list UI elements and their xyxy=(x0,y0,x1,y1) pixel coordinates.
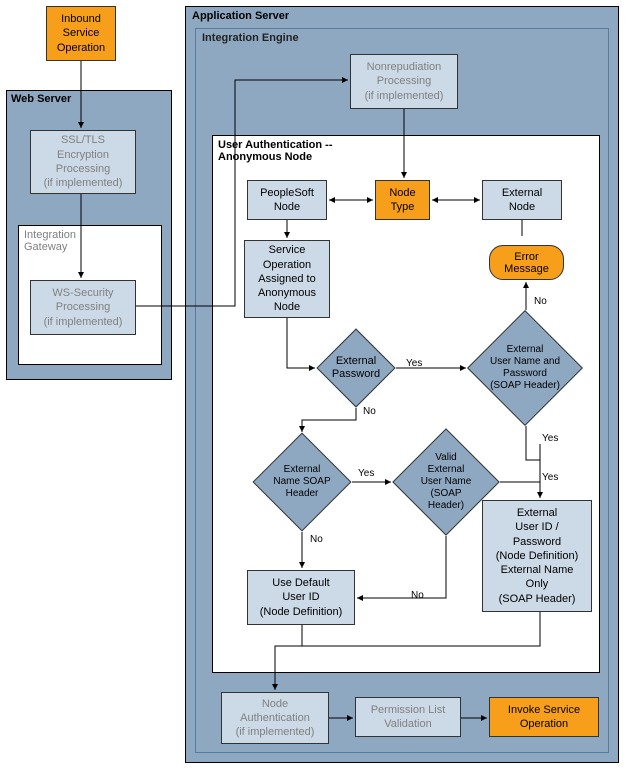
peoplesoft-node-box: PeopleSoft Node xyxy=(247,180,327,220)
web-server-title: Web Server xyxy=(11,93,71,105)
nonrep-box: Nonrepudiation Processing (if implemente… xyxy=(350,54,458,109)
permlist-box: Permission List Validation xyxy=(355,697,461,737)
extidpwd-box: External User ID / Password (Node Defini… xyxy=(482,500,592,612)
errmsg-label: Error Message xyxy=(504,251,549,275)
nodeauth-label: Node Authentication (if implemented) xyxy=(236,697,315,740)
svcop-label: Service Operation Assigned to Anonymous … xyxy=(258,243,316,314)
no-3: No xyxy=(310,534,323,545)
no-4: No xyxy=(411,590,424,601)
ext-unpwd-diamond: External User Name and Password (SOAP He… xyxy=(467,310,583,426)
no-2: No xyxy=(534,296,547,307)
yes-2: Yes xyxy=(542,433,558,444)
yes-1: Yes xyxy=(406,358,422,369)
int-engine-title: Integration Engine xyxy=(202,32,299,44)
invoke-label: Invoke Service Operation xyxy=(508,703,580,732)
ssl-label: SSL/TLS Encryption Processing (if implem… xyxy=(44,133,123,190)
yes-3: Yes xyxy=(358,468,374,479)
app-server-title: Application Server xyxy=(192,10,289,22)
extnode-label: External Node xyxy=(502,186,542,215)
auth-title: User Authentication -- Anonymous Node xyxy=(218,139,333,163)
nodetype-label: Node Type xyxy=(389,186,415,215)
no-1: No xyxy=(363,406,376,417)
extidpwd-label: External User ID / Password (Node Defini… xyxy=(496,506,579,606)
error-message-pill: Error Message xyxy=(489,245,564,280)
ig-title: Integration Gateway xyxy=(24,229,76,253)
inbound-label: Inbound Service Operation xyxy=(57,12,105,55)
node-type-box: Node Type xyxy=(375,180,430,220)
ssl-box: SSL/TLS Encryption Processing (if implem… xyxy=(30,130,136,194)
usedefault-label: Use Default User ID (Node Definition) xyxy=(260,576,343,619)
inbound-service-op: Inbound Service Operation xyxy=(46,6,116,61)
nodeauth-box: Node Authentication (if implemented) xyxy=(221,692,329,744)
usedefault-box: Use Default User ID (Node Definition) xyxy=(247,570,355,625)
psoft-label: PeopleSoft Node xyxy=(260,186,314,215)
svcop-box: Service Operation Assigned to Anonymous … xyxy=(244,240,330,318)
ws-security-box: WS-Security Processing (if implemented) xyxy=(30,280,136,335)
yes-4: Yes xyxy=(542,472,558,483)
ws-label: WS-Security Processing (if implemented) xyxy=(44,286,123,329)
permlist-label: Permission List Validation xyxy=(371,703,446,732)
ext-password-diamond: External Password xyxy=(316,328,396,408)
extname-diamond: External Name SOAP Header xyxy=(252,432,352,532)
invoke-box: Invoke Service Operation xyxy=(489,697,599,737)
external-node-box: External Node xyxy=(482,180,562,220)
nonrep-label: Nonrepudiation Processing (if implemente… xyxy=(365,60,444,103)
